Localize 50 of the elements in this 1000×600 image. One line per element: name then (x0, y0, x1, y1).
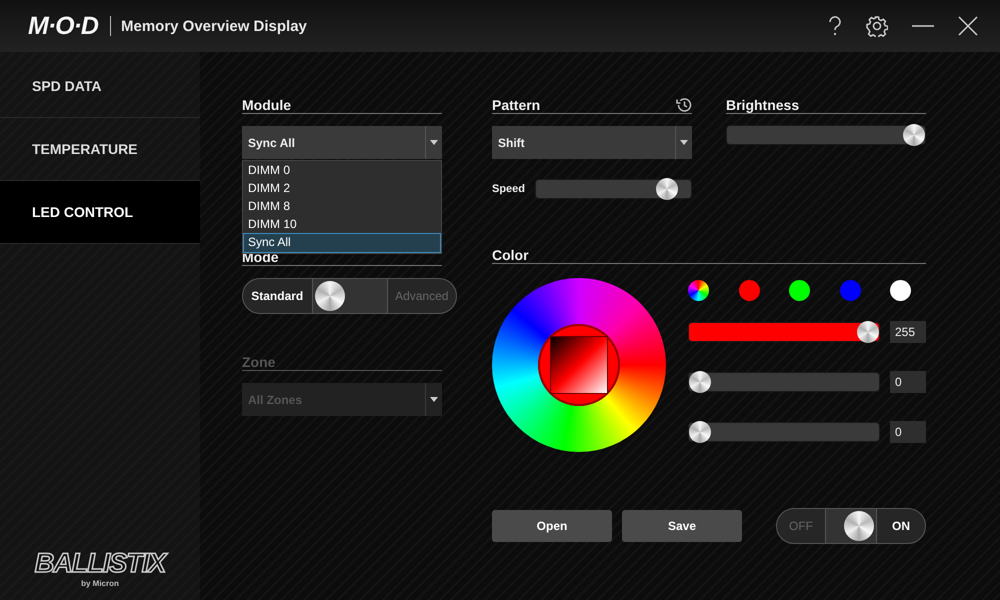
section-heading: Zone (242, 354, 442, 371)
sidebar-item[interactable]: LED CONTROL (0, 181, 200, 244)
close-icon[interactable] (958, 16, 978, 36)
window-title: Memory Overview Display (120, 18, 307, 34)
minimize-icon[interactable] (912, 24, 934, 28)
mode-option[interactable]: Standard (243, 279, 312, 313)
settings-icon[interactable] (866, 15, 888, 37)
section-heading: Pattern (492, 97, 540, 113)
color-swatch[interactable] (890, 280, 911, 301)
brand-logo: BALLISTIX (34, 548, 166, 579)
power-toggle[interactable]: OFF ON (776, 508, 926, 544)
caret-icon (430, 397, 438, 402)
slider-thumb[interactable] (857, 321, 879, 343)
dropdown-option[interactable]: DIMM 0 (243, 161, 441, 179)
section-heading: Module (242, 97, 442, 114)
action-button[interactable]: Save (622, 510, 742, 542)
speed-slider[interactable] (535, 179, 692, 199)
module-dropdown[interactable]: Sync All (242, 126, 442, 159)
channel-slider[interactable] (688, 422, 880, 442)
value-field[interactable]: 0 (890, 371, 926, 393)
brightness-slider[interactable] (726, 125, 926, 145)
app-logo: M·O·D (28, 12, 98, 40)
section-heading: Color (492, 247, 926, 264)
dropdown-option[interactable]: DIMM 10 (243, 215, 441, 233)
slider-thumb[interactable] (689, 371, 711, 393)
value-field[interactable]: 255 (890, 321, 926, 343)
color-wheel[interactable] (492, 278, 666, 452)
slider-thumb[interactable] (903, 124, 925, 146)
value-field[interactable]: 0 (890, 421, 926, 443)
history-icon[interactable] (675, 97, 692, 113)
dropdown-option[interactable]: Sync All (243, 233, 441, 253)
pattern-dropdown[interactable]: Shift (492, 126, 692, 159)
section-heading: Brightness (726, 97, 926, 114)
channel-slider[interactable] (688, 372, 880, 392)
color-swatch[interactable] (738, 280, 760, 301)
caret-icon (680, 140, 688, 145)
spectrum-swatch[interactable] (688, 280, 709, 301)
toggle-switch[interactable] (312, 279, 388, 313)
caret-icon (430, 140, 438, 145)
help-icon[interactable] (828, 16, 842, 36)
color-swatch[interactable] (840, 280, 860, 301)
dropdown-option[interactable]: DIMM 8 (243, 197, 441, 215)
action-button[interactable]: Open (492, 510, 612, 542)
color-swatch[interactable] (789, 280, 810, 301)
brand-tagline: by Micron (81, 579, 119, 588)
sidebar-item[interactable]: SPD DATA (0, 55, 200, 118)
slider-thumb[interactable] (656, 178, 678, 200)
speed-label: Speed (492, 183, 526, 195)
slider-thumb[interactable] (689, 421, 711, 443)
dropdown-option[interactable]: DIMM 2 (243, 179, 441, 197)
